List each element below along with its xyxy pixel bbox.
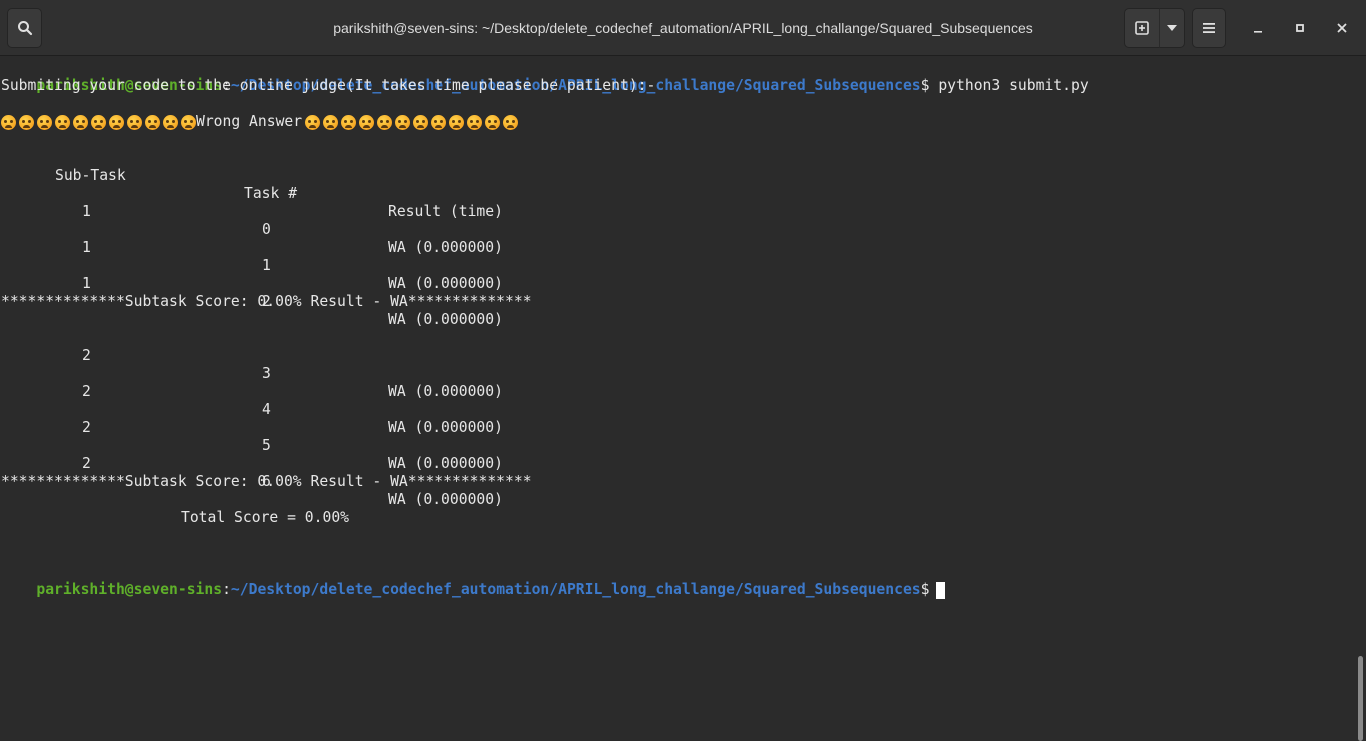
table-row: 2 3 WA (0.000000) xyxy=(1,329,601,400)
prompt-separator: : xyxy=(222,581,231,598)
prompt-user: parikshith@seven-sins xyxy=(36,581,223,598)
prompt-symbol: $ xyxy=(920,581,930,598)
maximize-button[interactable] xyxy=(1286,14,1314,42)
cell-result: WA (0.000000) xyxy=(388,383,503,400)
frowning-face-emoji xyxy=(109,114,124,130)
frowning-face-emoji xyxy=(467,114,483,130)
subtask-summary: **************Subtask Score: 0.00% Resul… xyxy=(1,293,532,310)
frowning-face-emoji xyxy=(127,114,142,130)
cell-result: WA (0.000000) xyxy=(388,419,503,436)
table-row: 2 5 WA (0.000000) xyxy=(1,401,601,472)
frowning-face-emoji xyxy=(55,114,70,130)
window-title: parikshith@seven-sins: ~/Desktop/delete_… xyxy=(333,20,1033,36)
cell-result: WA (0.000000) xyxy=(388,275,503,292)
terminal-output[interactable]: parikshith@seven-sins:~/Desktop/delete_c… xyxy=(0,57,1354,741)
frowning-face-emoji xyxy=(485,114,501,130)
frowning-face-emoji xyxy=(449,114,465,130)
frowning-face-emoji xyxy=(19,114,34,130)
cell-subtask: 2 xyxy=(82,383,91,400)
emoji-group-left xyxy=(1,114,199,130)
header-subtask: Sub-Task xyxy=(55,167,126,184)
cell-result: WA (0.000000) xyxy=(388,455,503,472)
close-button[interactable] xyxy=(1328,14,1356,42)
frowning-face-emoji xyxy=(377,114,393,130)
emoji-group-right xyxy=(305,114,521,130)
cell-result: WA (0.000000) xyxy=(388,311,503,328)
frowning-face-emoji xyxy=(431,114,447,130)
table-row: 1 0 WA (0.000000) xyxy=(1,185,601,256)
command-text: python3 submit.py xyxy=(938,77,1089,94)
cell-subtask: 2 xyxy=(82,455,91,472)
frowning-face-emoji xyxy=(181,114,196,130)
search-button[interactable] xyxy=(7,8,42,48)
new-tab-icon xyxy=(1135,21,1149,35)
new-tab-dropdown-button[interactable] xyxy=(1159,8,1185,48)
minimize-button[interactable] xyxy=(1244,14,1272,42)
frowning-face-emoji xyxy=(37,114,52,130)
chevron-down-icon xyxy=(1167,25,1177,31)
total-score: Total Score = 0.00% xyxy=(181,509,350,526)
command-line: parikshith@seven-sins:~/Desktop/delete_c… xyxy=(1,59,1088,94)
frowning-face-emoji xyxy=(145,114,160,130)
header-result: Result (time) xyxy=(388,203,503,220)
prompt-symbol: $ xyxy=(920,77,930,94)
frowning-face-emoji xyxy=(503,114,519,130)
scrollbar-thumb[interactable] xyxy=(1358,656,1363,741)
frowning-face-emoji xyxy=(341,114,357,130)
verdict-line: Wrong Answer xyxy=(1,113,521,131)
cell-subtask: 2 xyxy=(82,419,91,436)
frowning-face-emoji xyxy=(163,114,178,130)
hamburger-menu-icon xyxy=(1203,23,1215,33)
new-tab-button[interactable] xyxy=(1124,8,1160,48)
frowning-face-emoji xyxy=(359,114,375,130)
frowning-face-emoji xyxy=(413,114,429,130)
table-row: 2 4 WA (0.000000) xyxy=(1,365,601,436)
submitting-message: Submiting your code to the online judge(… xyxy=(1,77,656,94)
cell-result: WA (0.000000) xyxy=(388,491,503,508)
table-row: 2 6 WA (0.000000) xyxy=(1,437,601,508)
frowning-face-emoji xyxy=(1,114,16,130)
table-header: Sub-Task Task # Result (time) xyxy=(1,149,601,220)
subtask-summary: **************Subtask Score: 0.00% Resul… xyxy=(1,473,532,490)
frowning-face-emoji xyxy=(73,114,88,130)
frowning-face-emoji xyxy=(91,114,106,130)
table-row: 1 1 WA (0.000000) xyxy=(1,221,601,292)
search-icon xyxy=(17,21,32,36)
cell-subtask: 1 xyxy=(82,239,91,256)
minimize-icon xyxy=(1254,31,1262,33)
frowning-face-emoji xyxy=(323,114,339,130)
text-cursor xyxy=(935,581,945,599)
close-icon xyxy=(1337,23,1347,33)
cell-subtask: 1 xyxy=(82,203,91,220)
cell-subtask: 2 xyxy=(82,347,91,364)
header-bar: parikshith@seven-sins: ~/Desktop/delete_… xyxy=(0,0,1366,56)
frowning-face-emoji xyxy=(305,114,321,130)
active-prompt-line[interactable]: parikshith@seven-sins:~/Desktop/delete_c… xyxy=(1,563,945,599)
table-row: 1 2 WA (0.000000) xyxy=(1,257,601,328)
menu-button[interactable] xyxy=(1192,8,1226,48)
maximize-icon xyxy=(1296,24,1304,32)
prompt-path: ~/Desktop/delete_codechef_automation/APR… xyxy=(230,581,921,598)
cell-subtask: 1 xyxy=(82,275,91,292)
frowning-face-emoji xyxy=(395,114,411,130)
verdict-text: Wrong Answer xyxy=(196,113,303,130)
cell-result: WA (0.000000) xyxy=(388,239,503,256)
